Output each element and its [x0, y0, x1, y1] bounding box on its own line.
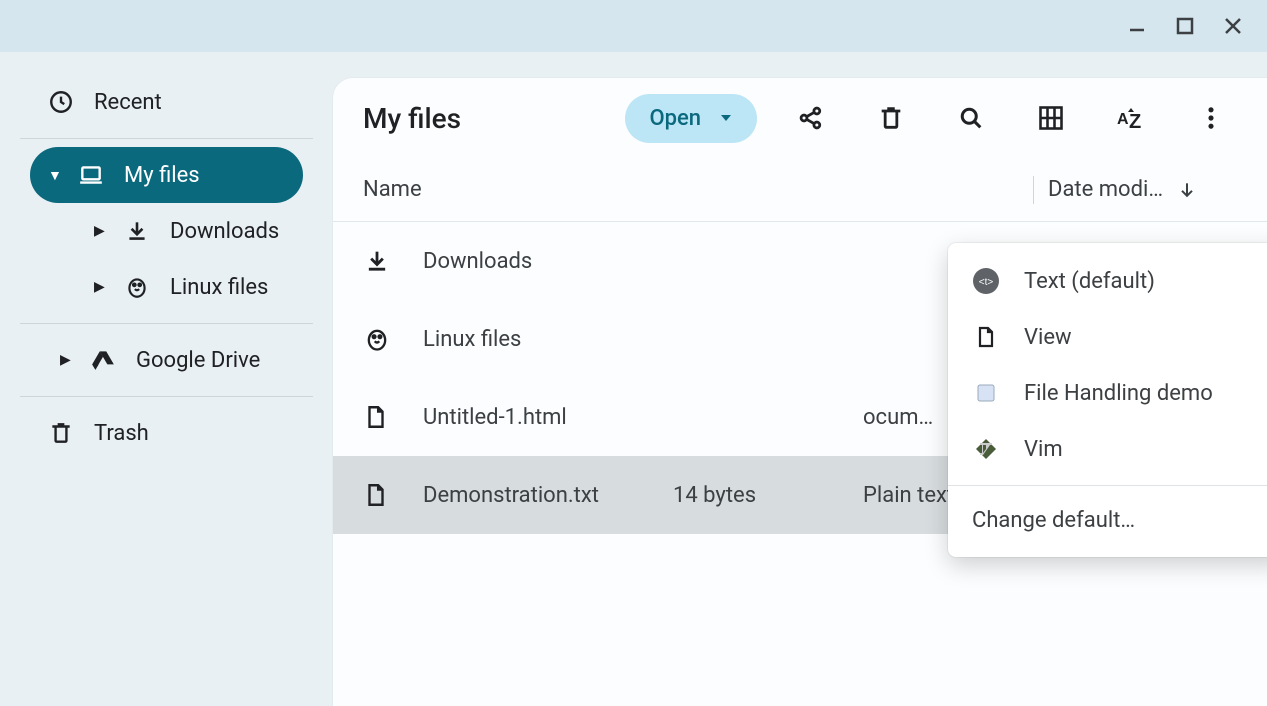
sidebar-item-label: Recent: [94, 90, 162, 115]
download-icon: [363, 247, 423, 275]
sidebar-item-label: Downloads: [170, 219, 279, 244]
file-name: Untitled-1.html: [423, 405, 673, 430]
sidebar-item-label: Trash: [94, 421, 149, 446]
divider: [948, 485, 1267, 486]
page-title: My files: [363, 102, 461, 135]
menu-item-label: Vim: [1024, 437, 1063, 462]
menu-item-change-default[interactable]: Change default…: [948, 494, 1267, 547]
column-name[interactable]: Name: [363, 177, 673, 202]
svg-text:<t>: <t>: [979, 277, 994, 288]
caret-right-icon: ▶: [94, 223, 104, 239]
menu-item-label: Text (default): [1024, 269, 1155, 294]
menu-item-label: Change default…: [972, 508, 1135, 533]
sidebar-item-label: Linux files: [170, 275, 268, 300]
open-dropdown-button[interactable]: Open: [625, 94, 757, 143]
file-panel-header: My files Open AZ: [333, 78, 1267, 158]
sidebar: Recent ▼ My files ▶ Downloads ▶ Linux fi…: [0, 52, 333, 706]
file-icon: [972, 323, 1000, 351]
clock-icon: [48, 89, 74, 115]
penguin-icon: [363, 325, 423, 353]
app-icon: [972, 379, 1000, 407]
grid-view-button[interactable]: [1025, 92, 1077, 144]
minimize-button[interactable]: [1113, 2, 1161, 50]
sidebar-item-recent[interactable]: Recent: [30, 74, 303, 130]
sort-button[interactable]: AZ: [1105, 92, 1157, 144]
column-date[interactable]: Date modi…: [1048, 177, 1237, 202]
file-name: Downloads: [423, 249, 673, 274]
download-icon: [124, 218, 150, 244]
close-button[interactable]: [1209, 2, 1257, 50]
more-button[interactable]: [1185, 92, 1237, 144]
divider: [1033, 176, 1034, 204]
file-icon: [363, 482, 423, 508]
sidebar-item-label: My files: [124, 163, 200, 188]
divider: [20, 323, 313, 324]
text-app-icon: <t>: [972, 267, 1000, 295]
menu-item-vim[interactable]: Vim: [948, 421, 1267, 477]
laptop-icon: [78, 162, 104, 188]
menu-item-label: File Handling demo: [1024, 381, 1213, 406]
menu-item-text-default[interactable]: <t> Text (default): [948, 253, 1267, 309]
sidebar-item-trash[interactable]: Trash: [30, 405, 303, 461]
file-name: Linux files: [423, 327, 673, 352]
svg-text:A: A: [1117, 111, 1129, 128]
arrow-down-icon: [1177, 180, 1197, 200]
gdrive-icon: [90, 347, 116, 373]
sidebar-item-linux[interactable]: ▶ Linux files: [30, 259, 303, 315]
file-name: Demonstration.txt: [423, 483, 673, 508]
file-panel: My files Open AZ: [333, 78, 1267, 706]
caret-right-icon: ▶: [60, 352, 70, 368]
delete-button[interactable]: [865, 92, 917, 144]
menu-item-filehandling[interactable]: File Handling demo: [948, 365, 1267, 421]
caret-down-icon: ▼: [48, 167, 58, 184]
file-icon: [363, 404, 423, 430]
sidebar-item-gdrive[interactable]: ▶ Google Drive: [30, 332, 303, 388]
column-headers: Name Date modi…: [333, 158, 1267, 222]
search-button[interactable]: [945, 92, 997, 144]
menu-item-label: View: [1024, 325, 1072, 350]
divider: [20, 138, 313, 139]
maximize-button[interactable]: [1161, 2, 1209, 50]
open-button-label: Open: [649, 106, 701, 131]
window-titlebar: [0, 0, 1267, 52]
trash-icon: [48, 420, 74, 446]
file-size: 14 bytes: [673, 483, 863, 508]
chevron-down-icon: [719, 111, 733, 125]
sidebar-item-downloads[interactable]: ▶ Downloads: [30, 203, 303, 259]
sidebar-item-label: Google Drive: [136, 348, 260, 373]
menu-item-view[interactable]: View: [948, 309, 1267, 365]
open-with-menu: <t> Text (default) View File Handling de…: [948, 243, 1267, 557]
share-button[interactable]: [785, 92, 837, 144]
caret-right-icon: ▶: [94, 279, 104, 295]
sidebar-item-myfiles[interactable]: ▼ My files: [30, 147, 303, 203]
svg-text:Z: Z: [1129, 111, 1141, 132]
penguin-icon: [124, 274, 150, 300]
vim-icon: [972, 435, 1000, 463]
divider: [20, 396, 313, 397]
